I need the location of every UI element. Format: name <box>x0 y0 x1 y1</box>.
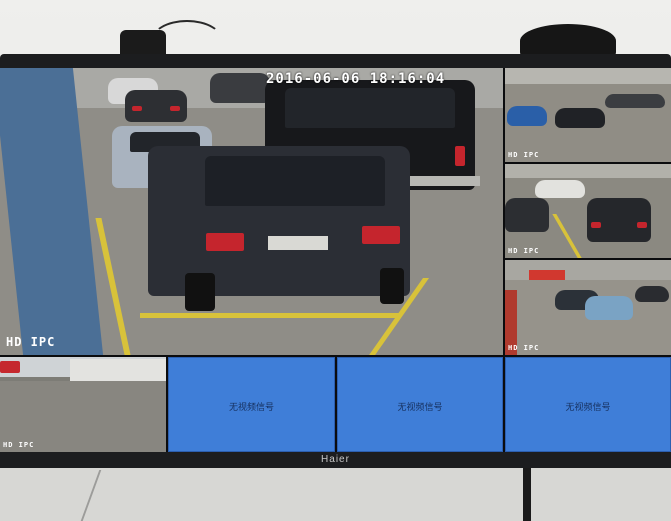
camera-label-main: HD IPC <box>6 335 56 349</box>
parked-car <box>635 286 669 302</box>
tail-light <box>591 222 601 228</box>
camera-view-main[interactable]: HD IPC <box>0 68 503 355</box>
parked-car <box>535 180 585 198</box>
tail-light <box>206 233 244 251</box>
suv-rear-window <box>205 156 385 206</box>
camera-view-mid-right[interactable]: HD IPC <box>505 164 671 258</box>
parked-car <box>0 361 20 373</box>
camera-view-lower-right[interactable]: HD IPC <box>505 260 671 355</box>
monitor-cable <box>523 468 531 521</box>
red-banner <box>529 270 565 280</box>
channel-no-signal-2[interactable]: 无视频信号 <box>168 357 335 452</box>
camera-label-lower-right: HD IPC <box>508 344 540 352</box>
camera-view-bottom-left[interactable]: HD IPC <box>0 357 166 452</box>
nvr-screen: HD IPC HD IPC HD IPC HD IPC HD IPC 无视频信号… <box>0 68 671 452</box>
parked-car <box>210 73 270 103</box>
van-window <box>285 88 455 128</box>
webcam-device <box>520 24 616 58</box>
no-signal-text: 无视频信号 <box>228 403 274 413</box>
tail-light <box>455 146 465 166</box>
parked-car <box>585 296 633 320</box>
no-signal-text: 无视频信号 <box>565 403 611 413</box>
osd-timestamp: 2016-06-06 18:16:04 <box>266 71 446 87</box>
garage-ceiling <box>505 68 671 84</box>
monitor-brand-logo: Haier <box>321 454 350 465</box>
garage-ceiling <box>505 164 671 178</box>
desk-surface <box>0 468 671 521</box>
parked-car <box>587 198 651 242</box>
tail-light <box>132 106 142 111</box>
parked-car <box>507 106 547 126</box>
parking-line <box>140 313 400 318</box>
parked-car <box>555 108 605 128</box>
tail-light <box>170 106 180 111</box>
camera-view-top-right[interactable]: HD IPC <box>505 68 671 162</box>
tail-light <box>362 226 400 244</box>
parked-car <box>605 94 665 108</box>
parked-car <box>505 198 549 232</box>
channel-no-signal-3[interactable]: 无视频信号 <box>337 357 503 452</box>
no-signal-text: 无视频信号 <box>397 403 443 413</box>
camera-label-top-right: HD IPC <box>508 151 540 159</box>
wheel <box>185 273 215 311</box>
license-plate <box>268 236 328 250</box>
wheel <box>380 268 404 304</box>
camera-label-bottom-left: HD IPC <box>3 441 35 449</box>
channel-no-signal-4[interactable]: 无视频信号 <box>505 357 671 452</box>
camera-label-mid-right: HD IPC <box>508 247 540 255</box>
tail-light <box>637 222 647 228</box>
